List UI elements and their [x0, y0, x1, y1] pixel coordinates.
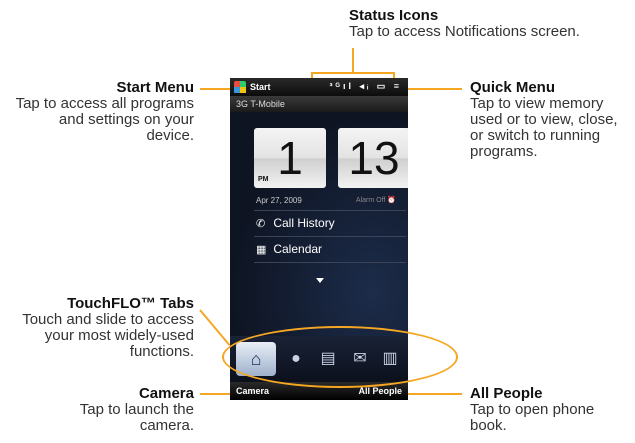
quick-menu-callout: Quick Menu Tap to view memory used or to… [470, 80, 632, 160]
camera-line [200, 393, 232, 395]
start-menu-line [200, 88, 232, 90]
scroll-down-icon [316, 278, 324, 283]
touchflo-title: TouchFLO™ Tabs [67, 295, 194, 312]
touchflo-desc: Touch and slide to access your most wide… [22, 311, 194, 360]
divider [254, 236, 406, 237]
all-people-softkey[interactable]: All People [358, 386, 402, 396]
windows-logo-icon[interactable] [234, 81, 246, 93]
start-menu-title: Start Menu [116, 79, 194, 96]
start-menu-desc: Tap to access all programs and settings … [15, 95, 194, 144]
call-history-label: Call History [273, 216, 335, 230]
status-icons-title: Status Icons [349, 7, 439, 24]
touchflo-callout: TouchFLO™ Tabs Touch and slide to access… [0, 296, 194, 360]
calendar-label: Calendar [273, 242, 323, 256]
date-label: Apr 27, 2009 [256, 196, 302, 205]
quick-menu-line [408, 88, 462, 90]
all-people-title: All People [470, 385, 543, 402]
touchflo-highlight-ellipse [222, 326, 458, 388]
camera-desc: Tap to launch the camera. [79, 401, 194, 434]
status-icons-callout: Status Icons Tap to access Notifications… [349, 8, 635, 40]
home-panel: 1 PM 13 Apr 27, 2009 Alarm Off ⏰ ✆ Call … [230, 112, 408, 336]
quick-menu-desc: Tap to view memory used or to view, clos… [470, 95, 618, 160]
status-icons-desc: Tap to access Notifications screen. [349, 23, 580, 40]
carrier-bar: 3G T-Mobile [230, 96, 408, 112]
camera-callout: Camera Tap to launch the camera. [40, 386, 194, 434]
camera-softkey[interactable]: Camera [236, 386, 269, 396]
calendar-icon: ▦ [256, 244, 267, 256]
camera-title: Camera [138, 385, 194, 402]
all-people-callout: All People Tap to open phone book. [470, 386, 630, 434]
divider [254, 262, 406, 263]
status-icons-bracket-top [311, 72, 395, 74]
quick-menu-title: Quick Menu [470, 79, 556, 96]
status-icons[interactable]: ³ᴳıl ◂ᵢ ▭ ≡ [329, 81, 402, 92]
status-bar: Start ³ᴳıl ◂ᵢ ▭ ≡ [230, 78, 408, 96]
clock-hour[interactable]: 1 PM [254, 128, 326, 188]
calendar-item[interactable]: ▦ Calendar [256, 242, 322, 256]
status-icons-stem [352, 48, 354, 72]
all-people-line [408, 393, 462, 395]
call-history-item[interactable]: ✆ Call History [256, 216, 335, 230]
all-people-desc: Tap to open phone book. [470, 401, 595, 434]
carrier-label: 3G T-Mobile [236, 99, 285, 109]
clock-ampm: PM [258, 176, 269, 183]
clock-hour-value: 1 [277, 132, 303, 184]
clock-minute-value: 13 [348, 132, 400, 184]
divider [254, 210, 406, 211]
alarm-label[interactable]: Alarm Off ⏰ [356, 196, 396, 204]
phone-icon: ✆ [256, 218, 266, 230]
touchflo-line [199, 309, 231, 346]
start-menu-callout: Start Menu Tap to access all programs an… [8, 80, 194, 144]
start-menu-button[interactable]: Start [250, 82, 271, 92]
clock-minute[interactable]: 13 [338, 128, 408, 188]
